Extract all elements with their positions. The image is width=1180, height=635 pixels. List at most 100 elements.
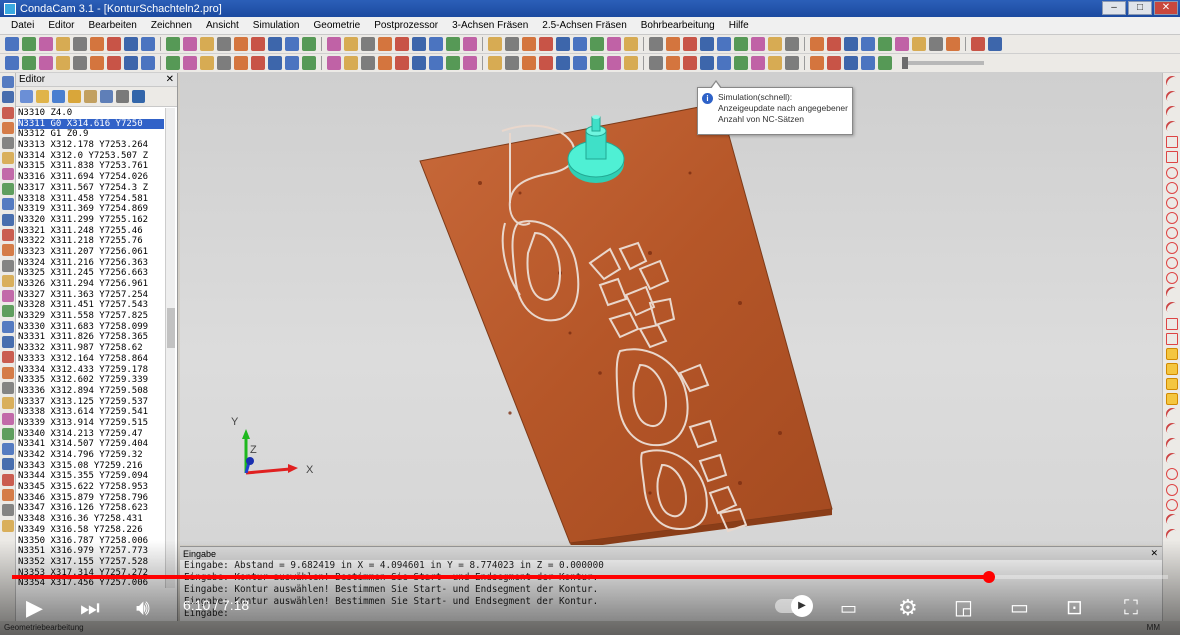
nc-line[interactable]: N3323 X311.207 Y7256.061	[18, 247, 164, 258]
nc-line[interactable]: N3347 X316.126 Y7258.623	[18, 503, 164, 514]
nc-line[interactable]: N3311 G0 X314.616 Y7250	[18, 118, 164, 130]
nc-line[interactable]: N3350 X316.787 Y7258.006	[18, 536, 164, 547]
sim-tool-icon[interactable]	[878, 56, 892, 70]
draw-tool-icon[interactable]	[1163, 88, 1180, 106]
sim-tool-icon[interactable]	[649, 56, 663, 70]
main-tool-icon[interactable]	[378, 37, 392, 51]
nc-line[interactable]: N3328 X311.451 Y7257.543	[18, 300, 164, 311]
main-tool-icon[interactable]	[234, 37, 248, 51]
left-tool-icon[interactable]	[2, 504, 14, 517]
main-tool-icon[interactable]	[429, 37, 443, 51]
menu-3-achsen-fraesen[interactable]: 3-Achsen Fräsen	[445, 20, 535, 31]
left-tool-icon[interactable]	[2, 458, 14, 471]
main-tool-icon[interactable]	[166, 37, 180, 51]
sim-tool-icon[interactable]	[90, 56, 104, 70]
sim-tool-icon[interactable]	[22, 56, 36, 70]
main-tool-icon[interactable]	[573, 37, 587, 51]
left-tool-icon[interactable]	[2, 489, 14, 502]
nc-line[interactable]: N3316 X311.694 Y7254.026	[18, 172, 164, 183]
main-tool-icon[interactable]	[810, 37, 824, 51]
nc-line[interactable]: N3330 X311.683 Y7258.099	[18, 322, 164, 333]
main-tool-icon[interactable]	[768, 37, 782, 51]
draw-tool-icon[interactable]	[1166, 211, 1178, 224]
sim-tool-icon[interactable]	[302, 56, 316, 70]
menu-ansicht[interactable]: Ansicht	[199, 20, 246, 31]
left-tool-icon[interactable]	[2, 121, 14, 134]
left-tool-icon[interactable]	[2, 290, 14, 303]
maximize-button[interactable]: □	[1128, 1, 1152, 15]
sim-tool-icon[interactable]	[717, 56, 731, 70]
sim-tool-icon[interactable]	[463, 56, 477, 70]
draw-tool-icon[interactable]	[1163, 526, 1180, 544]
nc-line[interactable]: N3319 X311.369 Y7254.869	[18, 204, 164, 215]
sim-tool-icon[interactable]	[861, 56, 875, 70]
menu-postprozessor[interactable]: Postprozessor	[367, 20, 445, 31]
sim-tool-icon[interactable]	[556, 56, 570, 70]
menu-simulation[interactable]: Simulation	[246, 20, 307, 31]
sim-tool-icon[interactable]	[683, 56, 697, 70]
sim-tool-icon[interactable]	[734, 56, 748, 70]
draw-tool-icon[interactable]	[1166, 317, 1178, 330]
next-icon[interactable]: ⏭	[80, 594, 100, 622]
sim-tool-icon[interactable]	[5, 56, 19, 70]
main-tool-icon[interactable]	[556, 37, 570, 51]
nc-line[interactable]: N3327 X311.363 Y7257.254	[18, 290, 164, 301]
draw-tool-icon[interactable]	[1166, 166, 1178, 179]
left-tool-icon[interactable]	[2, 213, 14, 226]
left-tool-icon[interactable]	[2, 412, 14, 425]
main-tool-icon[interactable]	[861, 37, 875, 51]
main-tool-icon[interactable]	[446, 37, 460, 51]
menu-datei[interactable]: Datei	[4, 20, 41, 31]
main-tool-icon[interactable]	[285, 37, 299, 51]
menu-editor[interactable]: Editor	[41, 20, 81, 31]
sim-tool-icon[interactable]	[412, 56, 426, 70]
main-tool-icon[interactable]	[463, 37, 477, 51]
left-tool-icon[interactable]	[2, 336, 14, 349]
cast-icon[interactable]: ⊡	[1066, 594, 1083, 622]
menu-geometrie[interactable]: Geometrie	[307, 20, 368, 31]
nc-line[interactable]: N3335 X312.602 Y7259.339	[18, 375, 164, 386]
sim-tool-icon[interactable]	[107, 56, 121, 70]
simulation-speed-slider[interactable]	[902, 57, 984, 69]
sim-tool-icon[interactable]	[73, 56, 87, 70]
sim-tool-icon[interactable]	[505, 56, 519, 70]
nc-line[interactable]: N3349 X316.58 Y7258.226	[18, 525, 164, 536]
draw-tool-icon[interactable]	[1163, 450, 1180, 468]
main-tool-icon[interactable]	[785, 37, 799, 51]
draw-tool-icon[interactable]	[1163, 405, 1180, 423]
fullscreen-icon[interactable]: ⛶	[1124, 594, 1138, 622]
draw-tool-icon[interactable]	[1166, 332, 1178, 345]
sim-tool-icon[interactable]	[344, 56, 358, 70]
left-tool-icon[interactable]	[2, 473, 14, 486]
nc-line[interactable]: N3320 X311.299 Y7255.162	[18, 215, 164, 226]
sim-tool-icon[interactable]	[39, 56, 53, 70]
main-tool-icon[interactable]	[734, 37, 748, 51]
settings-icon[interactable]	[132, 90, 145, 103]
nc-line[interactable]: N3340 X314.213 Y7259.47	[18, 429, 164, 440]
nc-line[interactable]: N3341 X314.507 Y7259.404	[18, 439, 164, 450]
nc-line[interactable]: N3336 X312.894 Y7259.508	[18, 386, 164, 397]
draw-tool-icon[interactable]	[1166, 136, 1178, 149]
main-tool-icon[interactable]	[878, 37, 892, 51]
main-tool-icon[interactable]	[302, 37, 316, 51]
draw-tool-icon[interactable]	[1166, 468, 1178, 481]
left-tool-icon[interactable]	[2, 183, 14, 196]
left-tool-icon[interactable]	[2, 137, 14, 150]
draw-tool-icon[interactable]	[1166, 196, 1178, 209]
find-icon[interactable]	[84, 90, 97, 103]
main-tool-icon[interactable]	[141, 37, 155, 51]
draw-tool-icon[interactable]	[1166, 257, 1178, 270]
nc-line[interactable]: N3344 X315.355 Y7259.094	[18, 471, 164, 482]
main-tool-icon[interactable]	[929, 37, 943, 51]
main-tool-icon[interactable]	[488, 37, 502, 51]
sim-tool-icon[interactable]	[327, 56, 341, 70]
main-tool-icon[interactable]	[946, 37, 960, 51]
main-tool-icon[interactable]	[590, 37, 604, 51]
main-tool-icon[interactable]	[844, 37, 858, 51]
main-tool-icon[interactable]	[5, 37, 19, 51]
draw-tool-icon[interactable]	[1166, 498, 1178, 511]
main-tool-icon[interactable]	[56, 37, 70, 51]
theater-mode-icon[interactable]: ▭	[1010, 594, 1029, 622]
sim-tool-icon[interactable]	[124, 56, 138, 70]
save-icon[interactable]	[52, 90, 65, 103]
